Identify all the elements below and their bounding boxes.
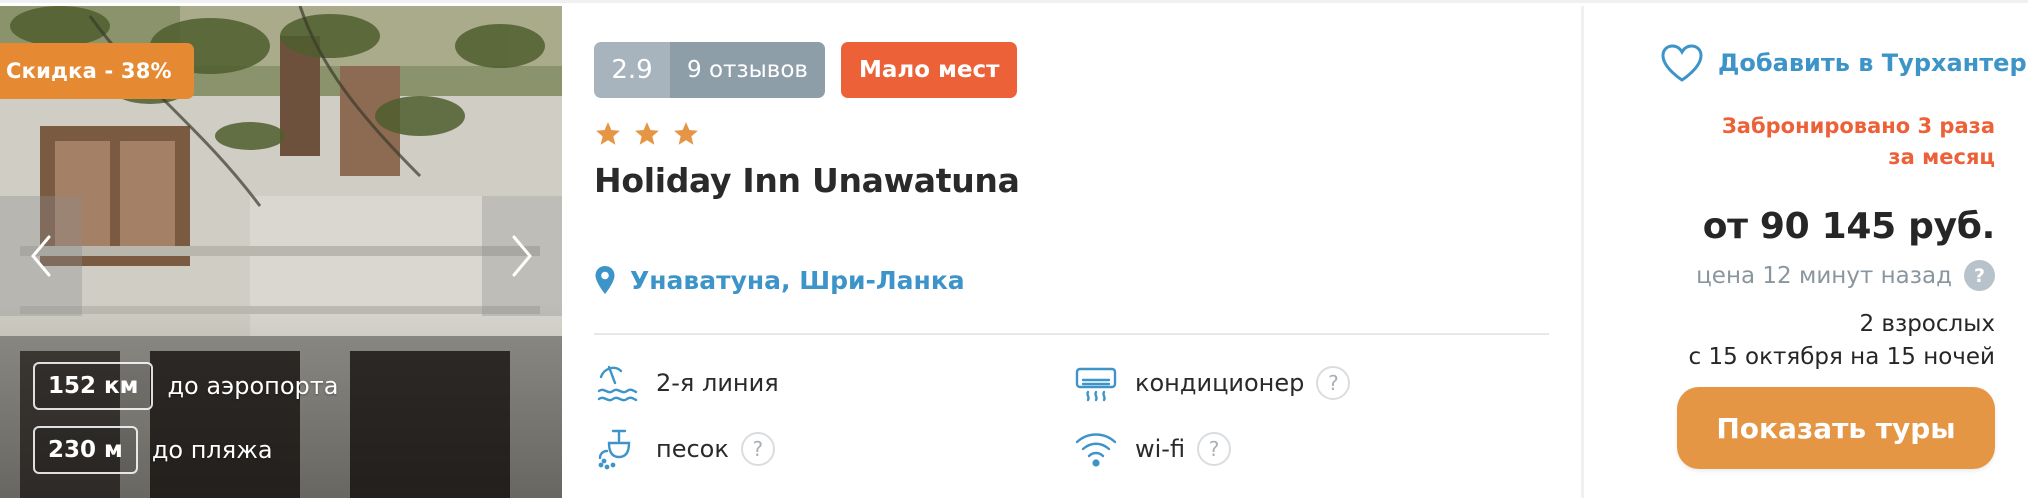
reviews-count[interactable]: 9 отзывов [670, 42, 825, 98]
column-separator [1581, 6, 1584, 498]
photo-next-button[interactable] [482, 196, 562, 316]
show-tours-button[interactable]: Показать туры [1677, 387, 1995, 469]
feature-label: 2-я линия [656, 369, 779, 397]
heart-icon [1661, 44, 1703, 82]
rating-badge[interactable]: 2.9 9 отзывов [594, 42, 825, 98]
hotel-name[interactable]: Holiday Inn Unawatuna [594, 161, 1020, 200]
hotel-badges: 2.9 9 отзывов Мало мест [594, 42, 1018, 98]
hotel-photo[interactable]: Скидка - 38% 152 км до аэропорта 230 м д… [0, 6, 562, 498]
location-label: Унаватуна, Шри-Ланка [630, 265, 965, 295]
divider [594, 333, 1549, 335]
feature-label: кондиционер [1135, 369, 1305, 397]
star-icon [674, 122, 698, 145]
price-age: цена 12 минут назад ? [1696, 260, 1995, 291]
feature-wifi: wi-fi ? [1073, 426, 1232, 472]
star-icon [635, 122, 659, 145]
price: от 90 145 руб. [1702, 206, 1996, 247]
add-to-favorites-button[interactable]: Добавить в Турхантер [1660, 43, 2027, 83]
photo-prev-button[interactable] [0, 196, 82, 316]
guests-count: 2 взрослых [1859, 311, 1995, 337]
feature-sand: песок ? [594, 426, 775, 472]
air-conditioner-icon [1073, 360, 1119, 406]
booked-count: Забронировано 3 раза за месяц [1722, 111, 1995, 173]
rating-score: 2.9 [594, 42, 670, 98]
help-icon[interactable]: ? [1316, 366, 1351, 400]
beach-icon [594, 360, 640, 406]
wifi-icon [1073, 426, 1119, 472]
help-icon[interactable]: ? [740, 432, 775, 466]
chevron-left-icon [31, 235, 51, 277]
beach-distance: 230 м до пляжа [33, 426, 273, 474]
discount-badge: Скидка - 38% [0, 43, 194, 99]
help-icon[interactable]: ? [1197, 432, 1232, 466]
airport-distance: 152 км до аэропорта [33, 362, 338, 410]
guests-info: 2 взрослых с 15 октября на 15 ночей [1689, 308, 1995, 374]
beach-distance-label: до пляжа [151, 436, 273, 464]
chevron-right-icon [512, 235, 532, 277]
feature-beach-line: 2-я линия [594, 360, 779, 406]
location-pin-icon [595, 266, 615, 294]
star-icon [596, 122, 620, 145]
booked-line: Забронировано 3 раза [1721, 114, 1995, 138]
airport-distance-value: 152 км [33, 362, 154, 410]
price-help-icon[interactable]: ? [1964, 260, 1995, 291]
booked-line: за месяц [1888, 145, 1995, 169]
beach-distance-value: 230 м [33, 426, 138, 474]
price-age-label: цена 12 минут назад [1696, 262, 1952, 289]
trip-dates: с 15 октября на 15 ночей [1688, 344, 1995, 370]
feature-label: wi-fi [1135, 435, 1186, 463]
hotel-location[interactable]: Унаватуна, Шри-Ланка [594, 265, 965, 295]
hotel-stars [594, 120, 700, 148]
feature-air-conditioner: кондиционер ? [1073, 360, 1351, 406]
feature-label: песок [656, 435, 729, 463]
sand-icon [594, 426, 640, 472]
add-to-favorites-label: Добавить в Турхантер [1718, 49, 2027, 77]
few-seats-badge: Мало мест [841, 42, 1018, 98]
airport-distance-label: до аэропорта [167, 372, 339, 400]
hotel-card: Скидка - 38% 152 км до аэропорта 230 м д… [0, 0, 2028, 498]
